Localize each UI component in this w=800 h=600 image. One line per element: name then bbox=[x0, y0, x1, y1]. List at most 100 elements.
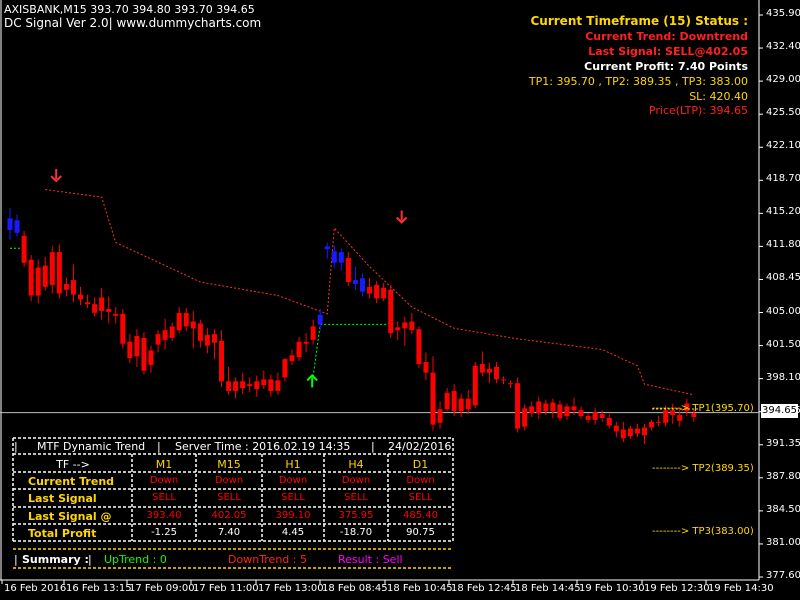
candle-body bbox=[458, 398, 464, 412]
candle-body bbox=[620, 429, 626, 439]
time-tick-label: 18 Feb 14:45 bbox=[515, 583, 581, 594]
buy-arrow-icon bbox=[306, 374, 318, 388]
candle-body bbox=[627, 428, 633, 437]
result-text: Result : Sell bbox=[338, 553, 403, 566]
stop-loss-text: SL: 420.40 bbox=[689, 90, 748, 103]
candle-body bbox=[465, 398, 471, 410]
time-tick-label: 18 Feb 08:45 bbox=[322, 583, 388, 594]
candle-body bbox=[409, 321, 415, 331]
time-tick-label: 17 Feb 13:00 bbox=[258, 583, 324, 594]
candle-body bbox=[324, 246, 330, 250]
candle-body bbox=[345, 257, 351, 283]
row-value: Down bbox=[214, 475, 244, 486]
support-line bbox=[10, 247, 391, 377]
candle-body bbox=[388, 289, 394, 334]
candle-body bbox=[578, 410, 584, 417]
candle-body bbox=[592, 412, 598, 420]
uptrend-count: UpTrend : 0 bbox=[104, 553, 167, 566]
time-tick-label: 17 Feb 09:00 bbox=[129, 583, 195, 594]
candle-body bbox=[7, 218, 13, 230]
time-tick-label: 16 Feb 2016 bbox=[4, 583, 67, 594]
candle-body bbox=[416, 329, 422, 364]
price-tick-label: 381.00 bbox=[766, 536, 800, 548]
row-value: -1.25 bbox=[151, 527, 177, 538]
candle-body bbox=[197, 323, 203, 341]
summary-sep-2: | bbox=[88, 553, 92, 566]
time-tick-label: 18 Feb 12:45 bbox=[451, 583, 517, 594]
price-tick-label: 391.35 bbox=[766, 437, 800, 449]
current-price-label: 394.65 bbox=[761, 404, 798, 418]
candle-body bbox=[501, 379, 506, 381]
candle-body bbox=[183, 312, 189, 327]
candle-body bbox=[219, 340, 224, 382]
row-value: SELL bbox=[281, 492, 305, 503]
row-value: Down bbox=[278, 475, 308, 486]
price-tick-label: 429.00 bbox=[766, 74, 800, 86]
summary-label: Summary : bbox=[22, 553, 89, 566]
candle-body bbox=[275, 380, 281, 391]
panel-title: MTF Dynamic Trend bbox=[37, 440, 146, 453]
candle-body bbox=[550, 402, 556, 412]
candle-body bbox=[423, 362, 429, 373]
candle-body bbox=[14, 220, 20, 233]
row-value: -18.70 bbox=[339, 527, 373, 538]
tf-column-d1: D1 bbox=[412, 458, 429, 471]
candle-body bbox=[190, 321, 196, 329]
tp1-label: --------> TP1(395.70) bbox=[652, 403, 754, 414]
indicator-title: DC Signal Ver 2.0| www.dummycharts.com bbox=[4, 16, 262, 30]
candle-body bbox=[599, 414, 605, 418]
sell-arrow-icon bbox=[50, 169, 62, 183]
candle-body bbox=[233, 381, 239, 391]
row-label: Current Trend bbox=[28, 475, 115, 488]
candle-body bbox=[585, 416, 591, 420]
price-tick-label: 425.50 bbox=[766, 107, 800, 119]
price-tick-label: 411.80 bbox=[766, 239, 800, 251]
time-tick-label: 16 Feb 13:15 bbox=[66, 583, 132, 594]
row-label: Total Profit bbox=[28, 527, 97, 540]
candle-body bbox=[557, 404, 563, 418]
candle-body bbox=[649, 421, 655, 428]
row-value: 485.40 bbox=[403, 510, 438, 521]
price-tick-label: 422.10 bbox=[766, 140, 800, 152]
candle-body bbox=[296, 341, 302, 358]
candle-body bbox=[402, 322, 408, 329]
candle-body bbox=[677, 415, 683, 421]
tf-column-m1: M1 bbox=[155, 458, 173, 471]
candle-body bbox=[106, 309, 112, 312]
summary-sep: | bbox=[14, 553, 18, 566]
row-label: Last Signal bbox=[28, 492, 97, 505]
candle-body bbox=[317, 314, 323, 325]
candle-body bbox=[70, 280, 76, 295]
candle-body bbox=[381, 287, 387, 299]
candle-body bbox=[430, 372, 436, 425]
row-value: SELL bbox=[344, 492, 368, 503]
tf-column-h1: H1 bbox=[285, 458, 301, 471]
candle-body bbox=[522, 408, 528, 427]
targets-text: TP1: 395.70 , TP2: 389.35 , TP3: 383.00 bbox=[528, 75, 748, 88]
candle-body bbox=[63, 283, 69, 290]
timeframe-status: Current Timeframe (15) Status : bbox=[530, 14, 749, 28]
candle-body bbox=[472, 365, 478, 406]
candle-body bbox=[49, 252, 55, 285]
row-value: 4.45 bbox=[281, 527, 305, 538]
candle-body bbox=[543, 403, 549, 412]
row-value: 402.05 bbox=[211, 510, 247, 521]
candle-body bbox=[78, 294, 83, 300]
candle-body bbox=[247, 384, 253, 387]
candle-body bbox=[606, 417, 612, 426]
time-tick-label: 18 Feb 10:45 bbox=[387, 583, 453, 594]
tp3-label: --------> TP3(383.00) bbox=[652, 526, 754, 537]
panel-header-sep-1: | bbox=[14, 440, 18, 453]
price-tick-label: 435.90 bbox=[766, 8, 800, 19]
candle-body bbox=[395, 327, 401, 331]
price-tick-label: 387.80 bbox=[766, 470, 800, 482]
candle-body bbox=[374, 284, 380, 299]
row-value: Down bbox=[406, 475, 435, 486]
panel-header-sep-3: | bbox=[371, 440, 375, 453]
price-tick-label: 415.20 bbox=[766, 206, 800, 218]
last-signal-text: Last Signal: SELL@402.05 bbox=[588, 45, 748, 58]
candle-body bbox=[226, 381, 232, 391]
candle-body bbox=[155, 334, 161, 345]
candle-body bbox=[656, 421, 662, 423]
candle-body bbox=[176, 312, 182, 331]
